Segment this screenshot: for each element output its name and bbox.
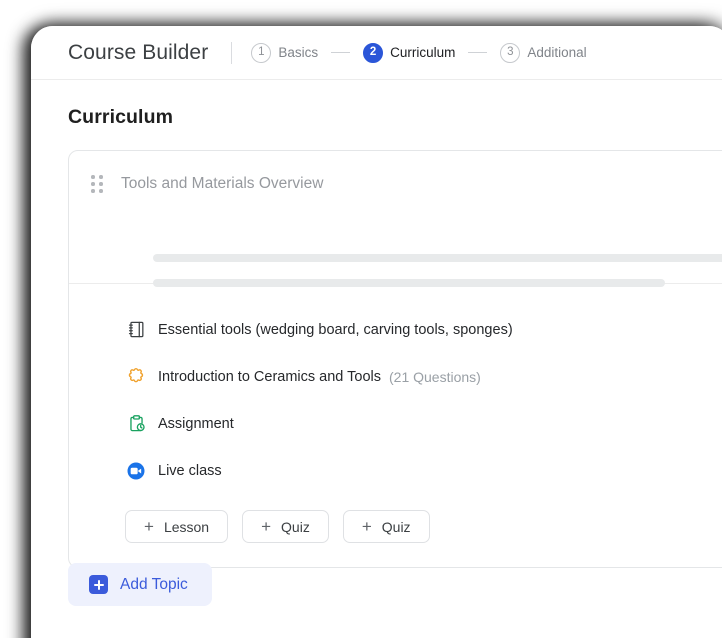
topic-header: Tools and Materials Overview	[69, 151, 722, 287]
add-lesson-button[interactable]: + Lesson	[125, 510, 229, 543]
add-topic-button[interactable]: Add Topic	[68, 563, 212, 606]
plus-icon: +	[144, 516, 154, 536]
content-item-quiz-question-count: (21 Questions)	[389, 368, 481, 385]
add-content-button-row: + Lesson + Quiz + Quiz	[69, 494, 722, 567]
topic-title[interactable]: Tools and Materials Overview	[121, 175, 323, 193]
skeleton-line-1	[153, 254, 722, 262]
add-topic-label: Add Topic	[120, 575, 188, 593]
add-quiz-label: Quiz	[281, 518, 310, 535]
content-item-live-class-label: Live class	[158, 462, 222, 479]
app-window: Course Builder 1 Basics 2 Curriculum 3 A…	[31, 26, 722, 638]
step-basics[interactable]: 1 Basics	[251, 42, 319, 63]
content-item-quiz[interactable]: Introduction to Ceramics and Tools (21 Q…	[69, 353, 722, 400]
step-curriculum[interactable]: 2 Curriculum	[363, 42, 456, 63]
step-connector-2	[468, 52, 488, 53]
add-quiz-button[interactable]: + Quiz	[242, 510, 329, 543]
step-progress: 1 Basics 2 Curriculum 3 Additional	[251, 42, 587, 63]
plus-icon: +	[261, 516, 272, 536]
app-header: Course Builder 1 Basics 2 Curriculum 3 A…	[31, 26, 722, 80]
add-lesson-label: Lesson	[163, 518, 210, 535]
content-item-lesson[interactable]: Essential tools (wedging board, carving …	[69, 306, 722, 353]
content-item-assignment-label: Assignment	[158, 415, 234, 432]
page-title: Curriculum	[68, 106, 174, 128]
quiz-puzzle-icon	[125, 366, 147, 388]
lesson-book-icon	[125, 319, 147, 341]
step-additional-number: 3	[500, 42, 521, 63]
step-curriculum-label: Curriculum	[390, 45, 456, 60]
content-item-quiz-label: Introduction to Ceramics and Tools	[158, 368, 381, 385]
header-divider	[231, 41, 233, 64]
topic-content-list: Essential tools (wedging board, carving …	[69, 284, 722, 567]
app-title: Course Builder	[68, 40, 209, 64]
plus-square-icon	[89, 575, 108, 594]
screenshot-canvas: Course Builder 1 Basics 2 Curriculum 3 A…	[0, 0, 722, 638]
step-basics-number: 1	[251, 42, 272, 63]
plus-icon: +	[361, 516, 372, 536]
content-item-lesson-label: Essential tools (wedging board, carving …	[158, 321, 513, 338]
content-item-assignment[interactable]: Assignment	[69, 400, 722, 447]
topic-card: Tools and Materials Overview Essential t…	[68, 150, 722, 568]
drag-handle-icon[interactable]	[91, 175, 103, 193]
add-quiz-button-2[interactable]: + Quiz	[342, 510, 430, 543]
live-class-video-icon	[125, 460, 147, 482]
skeleton-line-2	[153, 279, 665, 287]
topic-title-row: Tools and Materials Overview	[69, 175, 722, 193]
step-basics-label: Basics	[278, 45, 319, 60]
add-quiz-label-2: Quiz	[381, 518, 411, 535]
step-curriculum-number: 2	[363, 42, 384, 63]
step-additional-label: Additional	[527, 45, 587, 60]
assignment-clipboard-icon	[125, 413, 147, 435]
step-additional[interactable]: 3 Additional	[500, 42, 587, 63]
step-connector-1	[331, 52, 351, 53]
content-item-live-class[interactable]: Live class	[69, 447, 722, 494]
